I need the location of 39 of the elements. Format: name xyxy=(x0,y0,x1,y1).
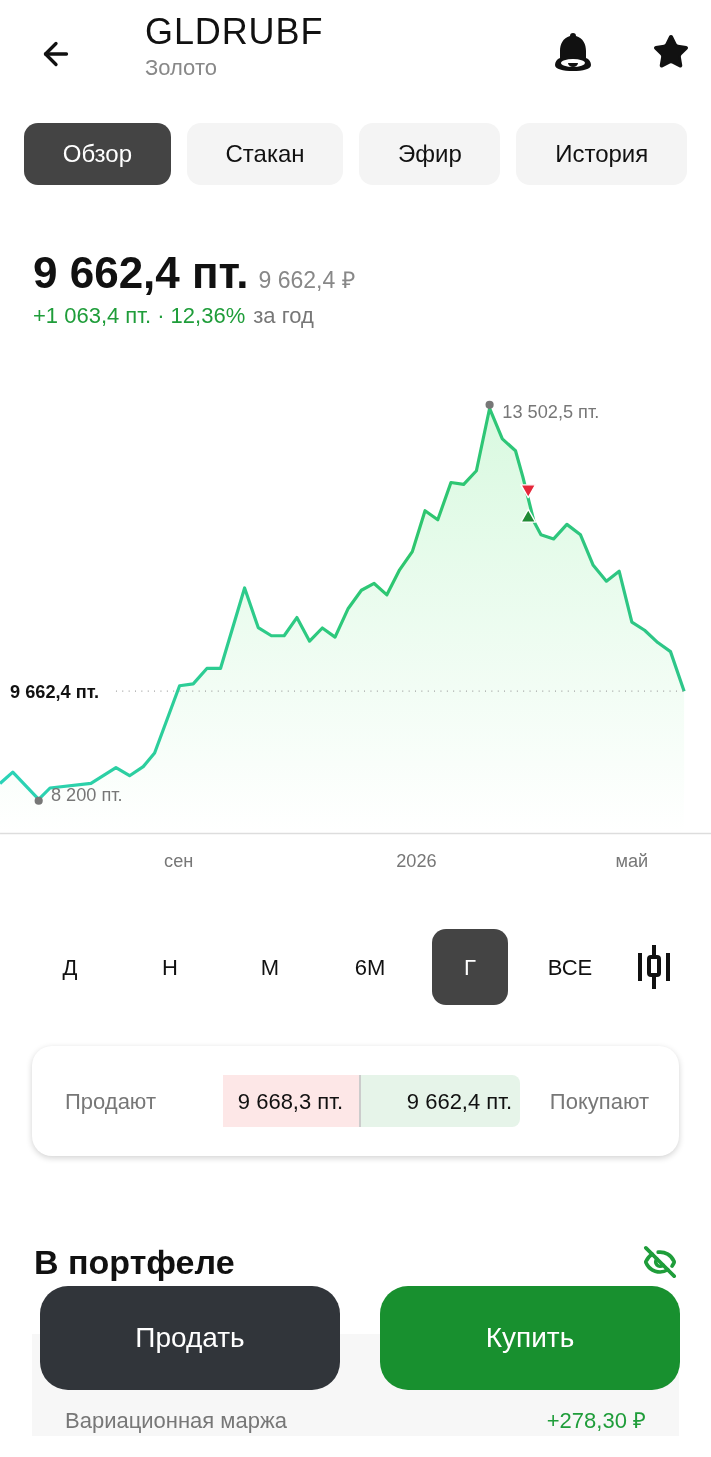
buy-label: Покупают xyxy=(549,1087,649,1116)
tab[interactable]: Стакан xyxy=(186,123,344,185)
sell-marker-icon xyxy=(520,484,537,499)
bell-icon[interactable] xyxy=(554,32,592,72)
price-rub: 9 662,4 ₽ xyxy=(258,266,355,295)
hide-icon xyxy=(643,1245,677,1279)
buy-marker-icon xyxy=(520,508,537,523)
price-value: 9 662,4 пт. xyxy=(33,247,249,299)
buy-button[interactable]: Купить xyxy=(380,1286,680,1390)
sell-button[interactable]: Продать xyxy=(40,1286,340,1390)
candlestick-icon[interactable] xyxy=(637,945,671,989)
instrument-name: Золото xyxy=(145,54,218,82)
current-price-label: 9 662,4 пт. xyxy=(10,682,100,703)
axis-label: сен xyxy=(164,850,194,871)
sell-label: Продают xyxy=(65,1087,157,1116)
max-price-label: 13 502,5 пт. xyxy=(502,402,600,423)
min-price-label: 8 200 пт. xyxy=(50,784,123,805)
ticker-title: GLDRUBF xyxy=(145,12,324,52)
tab[interactable]: История xyxy=(516,123,687,185)
axis-label: май xyxy=(615,850,649,871)
sell-price: 9 668,3 пт. xyxy=(223,1075,361,1127)
min-point xyxy=(34,796,43,805)
margin-label: Вариационная маржа xyxy=(65,1407,287,1435)
buy-price: 9 662,4 пт. xyxy=(361,1075,520,1127)
period-tab[interactable]: 6М xyxy=(332,929,408,1005)
period-tab[interactable]: Д xyxy=(32,929,108,1005)
period-tab[interactable]: Н xyxy=(132,929,208,1005)
max-point xyxy=(485,400,494,409)
section-title: В портфеле xyxy=(34,1241,235,1283)
period-tab[interactable]: Г xyxy=(432,929,508,1005)
star-icon xyxy=(652,33,690,71)
margin-value: +278,30 ₽ xyxy=(546,1407,646,1435)
change-period: за год xyxy=(253,302,314,330)
tab[interactable]: Эфир xyxy=(359,123,501,185)
price-change: +1 063,4 пт. · 12,36% xyxy=(33,302,246,330)
tab[interactable]: Обзор xyxy=(24,123,171,185)
period-tab[interactable]: М xyxy=(232,929,308,1005)
period-tab[interactable]: ВСЕ xyxy=(532,929,608,1005)
axis-label: 2026 xyxy=(396,850,437,871)
